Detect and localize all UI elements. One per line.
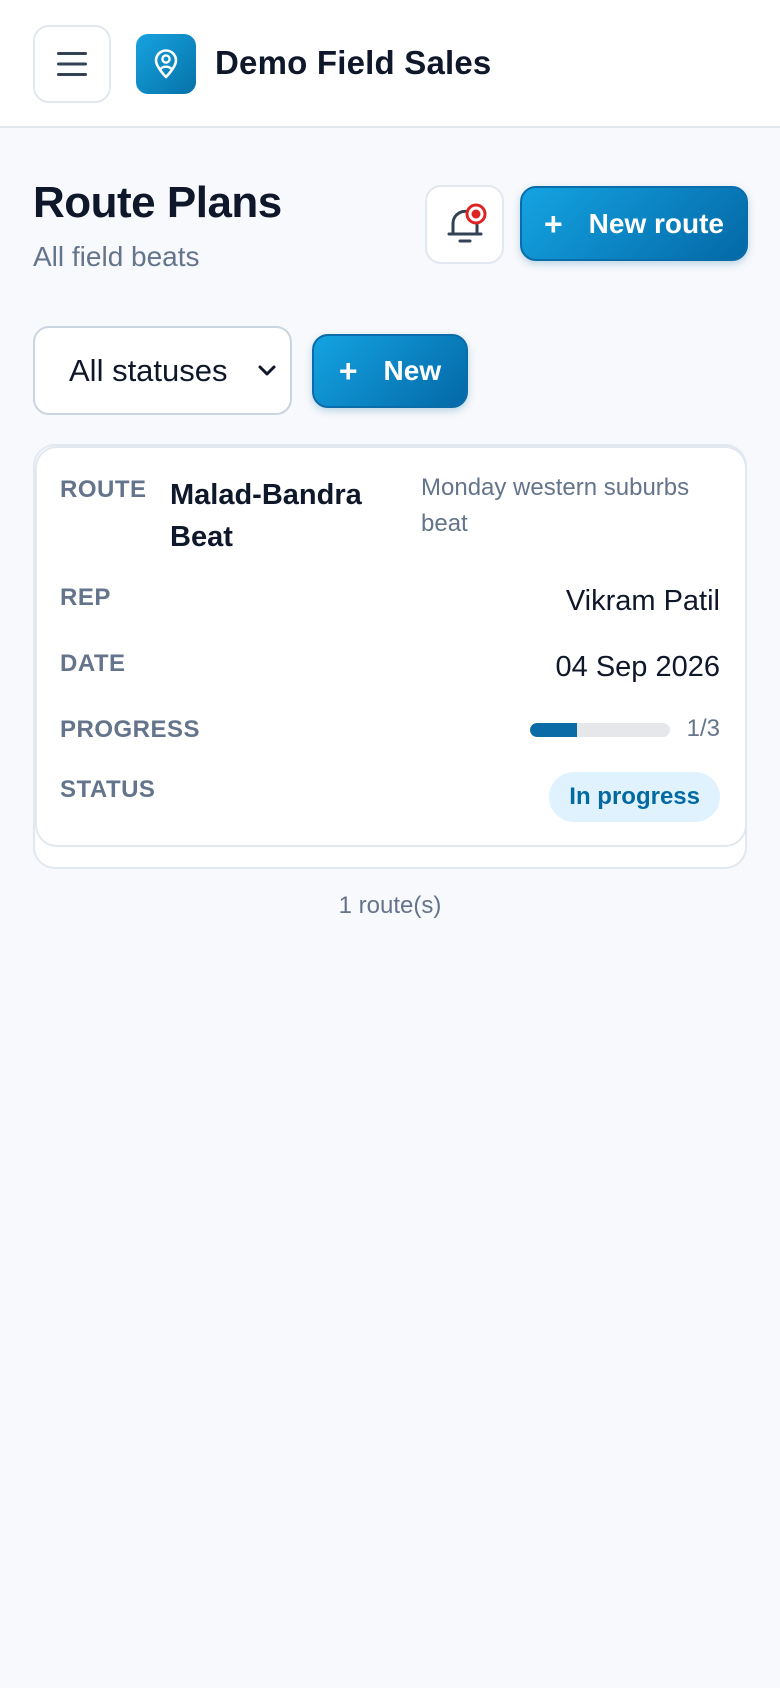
page-title: Route Plans	[33, 178, 282, 227]
route-count: 1 route(s)	[338, 892, 442, 919]
new-button[interactable]: + New	[312, 334, 468, 408]
status-label: STATUS	[60, 776, 156, 803]
progress-text: 1/3	[686, 715, 720, 742]
rep-label: REP	[60, 584, 111, 611]
status-filter-select[interactable]: All statuses	[33, 326, 292, 415]
plus-icon: +	[543, 205, 563, 242]
app-title: Demo Field Sales	[215, 44, 492, 81]
bell-icon	[447, 203, 486, 242]
plus-icon: +	[338, 353, 358, 389]
new-route-button[interactable]: + New route	[520, 186, 748, 261]
app-logo	[136, 34, 196, 94]
route-description: Monday western suburbs beat	[421, 474, 690, 537]
date-label: DATE	[60, 650, 126, 677]
map-pin-icon	[154, 49, 178, 79]
new-route-label: New route	[588, 207, 725, 239]
page-subtitle: All field beats	[33, 241, 200, 272]
status-filter-value: All statuses	[69, 352, 228, 388]
notifications-button[interactable]	[425, 185, 504, 264]
progress-label: PROGRESS	[60, 716, 201, 743]
progress-bar	[530, 723, 670, 737]
date-value: 04 Sep 2026	[555, 651, 720, 683]
chevron-down-icon	[258, 365, 276, 376]
status-badge: In progress	[549, 772, 720, 822]
new-label: New	[383, 355, 442, 386]
hamburger-menu-icon	[57, 52, 87, 76]
rep-value: Vikram Patil	[565, 585, 720, 617]
route-label: ROUTE	[60, 476, 147, 503]
progress-bar-fill	[530, 723, 577, 737]
menu-button[interactable]	[33, 25, 111, 103]
route-name[interactable]: Malad-Bandra Beat	[170, 474, 400, 558]
top-bar: Demo Field Sales	[0, 0, 780, 128]
